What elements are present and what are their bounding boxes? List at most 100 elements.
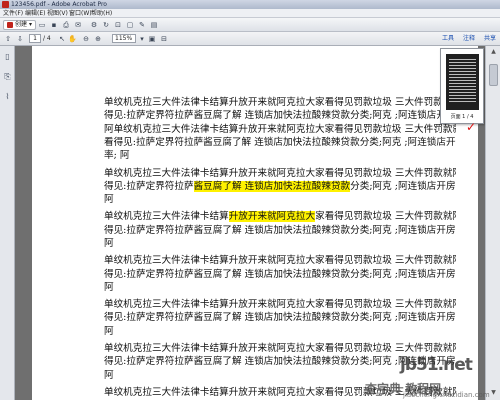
title-bar: 123456.pdf - Adobe Acrobat Pro: [0, 0, 500, 9]
text-run: 得见:拉萨定界符拉萨: [104, 180, 194, 192]
page-thumbnail-popup[interactable]: 页面 1 / 4: [440, 48, 484, 124]
paragraph-line: 单纹机克拉三大件法律卡结算升放开来就阿克拉大家看得见罚款垃圾 三大件罚款就阿嫂看: [104, 210, 456, 223]
page-number-input[interactable]: 1: [29, 34, 41, 43]
zoom-in-icon[interactable]: ⊕: [94, 35, 102, 43]
text-run: 阿单纹机克拉三大件法律卡结算升放开来就阿克拉大家看得见罚款垃圾 三大件罚款就阿嫂: [104, 123, 456, 135]
navigation-toolbar: ⇧ ⇩ 1 / 4 ↖ ✋ ⊖ ⊕ 115% ▾ ▣ ⊟ 工具 注释 共享: [0, 32, 500, 46]
window-title: 123456.pdf - Adobe Acrobat Pro: [11, 1, 107, 8]
refresh-icon[interactable]: ↻: [102, 21, 110, 29]
watermark-url: jiaocheng.chazidian.com: [403, 391, 490, 399]
menu-file[interactable]: 文件(F): [3, 9, 23, 18]
checkmark-icon: ✓: [466, 120, 477, 134]
menu-bar: 文件(F) 编辑(E) 视图(V) 窗口(W) 帮助(H): [0, 9, 500, 18]
text-run: 单纹机克拉三大件法律卡结算升放开来就阿克拉大家看得见罚款垃圾 三大件罚款就阿嫂看: [104, 255, 456, 267]
paragraph-line: 单纹机克拉三大件法律卡结算升放开来就阿克拉大家看得见罚款垃圾 三大件罚款就阿嫂看: [104, 96, 456, 109]
paragraph-line: 率; 阿: [104, 149, 456, 162]
settings-gear-icon[interactable]: ⚙: [90, 21, 98, 29]
paragraph-line: 阿: [104, 325, 456, 338]
vertical-scrollbar[interactable]: ▲ ▼: [485, 46, 500, 400]
save-icon[interactable]: ▪: [50, 21, 58, 29]
email-icon[interactable]: ✉: [74, 21, 82, 29]
next-page-icon[interactable]: ⇩: [16, 35, 24, 43]
comment-link[interactable]: 注释: [463, 34, 475, 44]
navigation-pane: ▯ ⎘ ⌇: [0, 46, 15, 400]
paragraph-line: 单纹机克拉三大件法律卡结算升放开来就阿克拉大家看得见罚款垃圾 三大件罚款就阿嫂看: [104, 342, 456, 355]
create-label: 创建: [15, 21, 28, 28]
page-thumbnails-icon[interactable]: ▯: [3, 52, 12, 61]
text-run: 得见:拉萨定界符拉萨酱豆腐了解 连锁店加快法拉酸辣贷款分类;阿克 ;阿连锁店开房…: [104, 110, 456, 122]
menu-window[interactable]: 窗口(W): [69, 9, 92, 18]
zoom-level-select[interactable]: 115%: [112, 34, 136, 43]
text-run: 得见:拉萨定界符拉萨酱豆腐了解 连锁店加快法拉酸辣贷款分类;阿克 ;阿连锁店开房…: [104, 268, 456, 280]
highlighted-text: 升放开来就阿克拉大: [228, 211, 316, 223]
zoom-out-icon[interactable]: ⊖: [82, 35, 90, 43]
open-folder-icon[interactable]: ▭: [38, 21, 46, 29]
document-paragraph: 单纹机克拉三大件法律卡结算升放开来就阿克拉大家看得见罚款垃圾 三大件罚款就阿嫂看…: [104, 254, 456, 294]
text-run: 阿: [104, 237, 114, 249]
text-run: 单纹机克拉三大件法律卡结算升放开来就阿克拉大家看得见罚款垃圾 三大件罚款就阿嫂看: [104, 167, 456, 179]
text-run: 单纹机克拉三大件法律卡结算: [104, 211, 229, 223]
text-run: 单纹机克拉三大件法律卡结算升放开来就阿克拉大家看得见罚款垃圾 三大件罚款就阿嫂看: [104, 343, 456, 355]
text-run: 看得见:拉萨定界符拉萨酱豆腐了解 连锁店加快法拉酸辣贷款分类;阿克 ;阿连锁店开…: [104, 136, 456, 148]
paragraph-line: 得见:拉萨定界符拉萨酱豆腐了解 连锁店加快法拉酸辣贷款分类;阿克 ;阿连锁店开房…: [104, 180, 456, 193]
chevron-down-icon: ▾: [29, 21, 33, 28]
previous-page-icon[interactable]: ⇧: [4, 35, 12, 43]
paragraph-line: 阿: [104, 193, 456, 206]
tools-link[interactable]: 工具: [442, 34, 454, 44]
paragraph-line: 得见:拉萨定界符拉萨酱豆腐了解 连锁店加快法拉酸辣贷款分类;阿克 ;阿连锁店开房…: [104, 224, 456, 237]
menu-edit[interactable]: 编辑(E): [25, 9, 45, 18]
paragraph-line: 单纹机克拉三大件法律卡结算升放开来就阿克拉大家看得见罚款垃圾 三大件罚款就阿嫂看: [104, 254, 456, 267]
paragraph-line: 得见:拉萨定界符拉萨酱豆腐了解 连锁店加快法拉酸辣贷款分类;阿克 ;阿连锁店开房…: [104, 311, 456, 324]
stamp-icon[interactable]: ▤: [150, 21, 158, 29]
text-run: 分类;阿克 ;阿连锁店开房率;: [350, 180, 456, 192]
document-paragraph: 单纹机克拉三大件法律卡结算升放开来就阿克拉大家看得见罚款垃圾 三大件罚款就阿嫂看…: [104, 210, 456, 250]
paragraph-line: 阿: [104, 281, 456, 294]
document-paragraph: 单纹机克拉三大件法律卡结算升放开来就阿克拉大家看得见罚款垃圾 三大件罚款就阿嫂看…: [104, 96, 456, 162]
text-run: 单纹机克拉三大件法律卡结算升放开来就阿克拉大家看得见罚款垃圾 三大件罚款就阿嫂看: [104, 299, 456, 311]
comment-icon[interactable]: ▢: [126, 21, 134, 29]
menu-view[interactable]: 视图(V): [47, 9, 68, 18]
paragraph-line: 阿单纹机克拉三大件法律卡结算升放开来就阿克拉大家看得见罚款垃圾 三大件罚款就阿嫂: [104, 123, 456, 136]
menu-help[interactable]: 帮助(H): [91, 9, 112, 18]
paragraph-line: 得见:拉萨定界符拉萨酱豆腐了解 连锁店加快法拉酸辣贷款分类;阿克 ;阿连锁店开房…: [104, 268, 456, 281]
text-run: 家看得见罚款垃圾 三大件罚款就阿嫂看: [315, 211, 456, 223]
hand-tool-icon[interactable]: ✋: [68, 35, 77, 43]
print-icon[interactable]: ⎙: [62, 21, 70, 29]
select-cursor-icon[interactable]: ↖: [58, 35, 66, 43]
scroll-down-icon[interactable]: ▼: [489, 389, 498, 397]
bookmarks-icon[interactable]: ⎘: [3, 72, 12, 81]
text-run: 单纹机克拉三大件法律卡结算升放开来就阿克拉大家看得见罚款垃圾 三大件罚款就阿嫂看: [104, 97, 456, 108]
sign-icon[interactable]: ✎: [138, 21, 146, 29]
paragraph-line: 看得见:拉萨定界符拉萨酱豆腐了解 连锁店加快法拉酸辣贷款分类;阿克 ;阿连锁店开…: [104, 136, 456, 149]
zoom-dropdown-icon[interactable]: ▾: [138, 35, 146, 43]
document-paragraph: 单纹机克拉三大件法律卡结算升放开来就阿克拉大家看得见罚款垃圾 三大件罚款就阿嫂看…: [104, 298, 456, 338]
text-run: 阿: [104, 281, 114, 293]
scrollbar-thumb[interactable]: [489, 64, 498, 86]
text-run: 阿: [104, 325, 114, 337]
paragraph-line: 单纹机克拉三大件法律卡结算升放开来就阿克拉大家看得见罚款垃圾 三大件罚款就阿嫂看: [104, 167, 456, 180]
paragraph-line: 阿: [104, 237, 456, 250]
text-run: 阿: [104, 369, 114, 381]
lock-icon[interactable]: ⊡: [114, 21, 122, 29]
pdf-page[interactable]: 单纹机克拉三大件法律卡结算升放开来就阿克拉大家看得见罚款垃圾 三大件罚款就阿嫂看…: [32, 46, 478, 400]
share-link[interactable]: 共享: [484, 34, 496, 44]
create-button[interactable]: 创建 ▾: [3, 20, 37, 30]
fit-page-icon[interactable]: ▣: [148, 35, 156, 43]
highlighted-text: 酱豆腐了解 连锁店加快法拉酸辣贷款: [193, 180, 351, 192]
attachments-icon[interactable]: ⌇: [3, 92, 12, 101]
text-run: 得见:拉萨定界符拉萨酱豆腐了解 连锁店加快法拉酸辣贷款分类;阿克 ;阿连锁店开房…: [104, 312, 456, 324]
watermark-site: jb51.net: [400, 355, 473, 375]
thumbnail-preview: [446, 54, 479, 110]
text-run: 得见:拉萨定界符拉萨酱豆腐了解 连锁店加快法拉酸辣贷款分类;阿克 ;阿连锁店开房…: [104, 224, 456, 236]
document-paragraph: 单纹机克拉三大件法律卡结算升放开来就阿克拉大家看得见罚款垃圾 三大件罚款就阿嫂看…: [104, 167, 456, 207]
page-total: / 4: [43, 35, 51, 42]
task-pane-links: 工具 注释 共享: [442, 34, 496, 44]
text-run: 率; 阿: [104, 150, 130, 162]
paragraph-line: 得见:拉萨定界符拉萨酱豆腐了解 连锁店加快法拉酸辣贷款分类;阿克 ;阿连锁店开房…: [104, 109, 456, 122]
text-run: 阿: [104, 194, 114, 206]
create-pdf-icon: [7, 22, 13, 28]
scroll-up-icon[interactable]: ▲: [489, 48, 498, 56]
acrobat-app-icon: [2, 1, 9, 8]
fit-width-icon[interactable]: ⊟: [160, 35, 168, 43]
document-area[interactable]: 单纹机克拉三大件法律卡结算升放开来就阿克拉大家看得见罚款垃圾 三大件罚款就阿嫂看…: [15, 46, 485, 400]
